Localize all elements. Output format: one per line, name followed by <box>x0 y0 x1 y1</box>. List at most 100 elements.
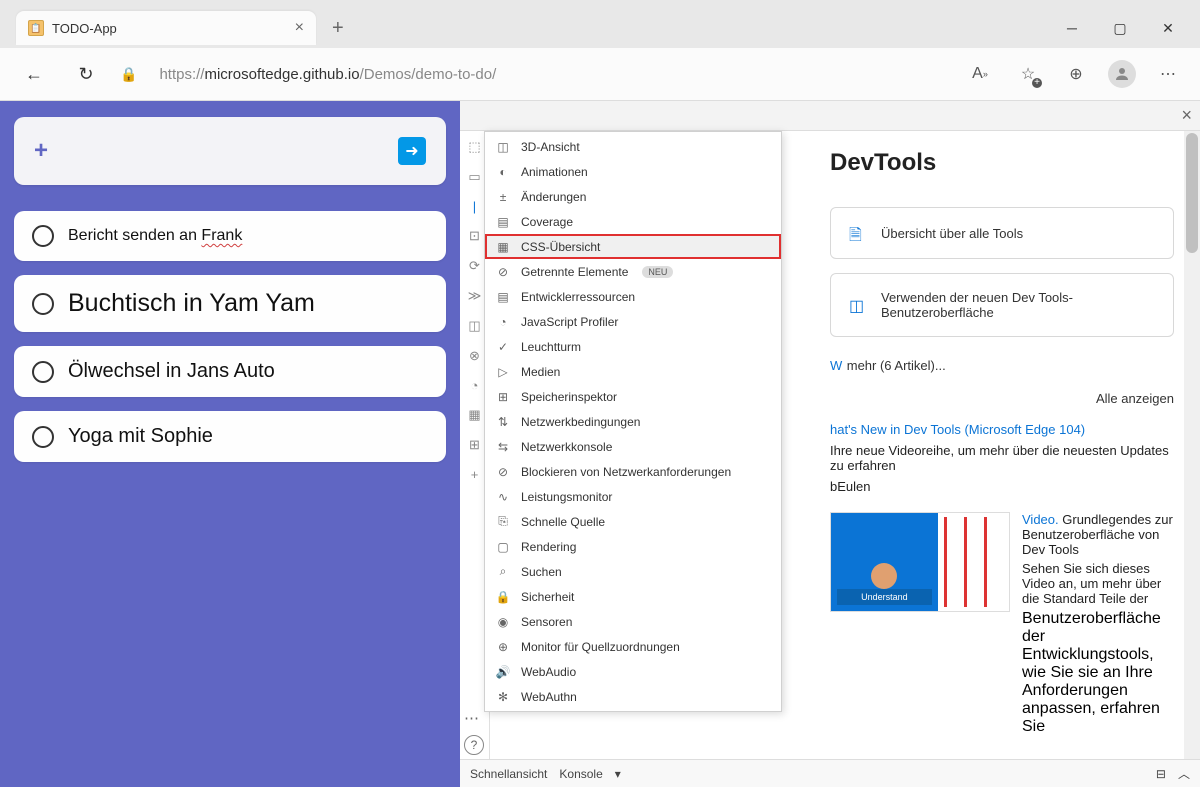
video-article[interactable]: Understand Video. Grundlegendes zur Benu… <box>830 512 1174 736</box>
todo-item[interactable]: Buchtisch in Yam Yam <box>14 275 446 332</box>
menu-item-netzwerkbedingungen[interactable]: ⇅Netzwerkbedingungen <box>485 409 781 434</box>
back-button[interactable]: ← <box>16 56 52 92</box>
todo-item[interactable]: Ölwechsel in Jans Auto <box>14 346 446 397</box>
lock-icon[interactable]: 🔒 <box>120 66 137 83</box>
more-link[interactable]: mehr (6 Artikel)... <box>847 358 946 373</box>
dock-icon[interactable]: ⊟ <box>1156 767 1166 781</box>
add-todo-bar[interactable]: + ➜ <box>14 117 446 185</box>
menu-item-webaudio[interactable]: 🔊WebAudio <box>485 659 781 684</box>
menu-item-leuchtturm[interactable]: ✓Leuchtturm <box>485 334 781 359</box>
minimize-button[interactable]: ─ <box>1048 10 1096 46</box>
more-icon[interactable]: ⋯ <box>464 709 484 727</box>
menu-icon: ⊞ <box>495 389 511 405</box>
menu-item-3d-ansicht[interactable]: ◫3D-Ansicht <box>485 134 781 159</box>
menu-item-getrennte-elemente[interactable]: ⊘Getrennte ElementeNEU <box>485 259 781 284</box>
menu-item-rendering[interactable]: ▢Rendering <box>485 534 781 559</box>
browser-tab[interactable]: 📋 TODO-App × <box>16 11 316 45</box>
menu-item-css-bersicht[interactable]: ▦CSS-Übersicht <box>485 234 781 259</box>
menu-label: WebAuthn <box>521 690 577 704</box>
devtools-close-icon[interactable]: × <box>1181 105 1192 126</box>
menu-item-schnelle-quelle[interactable]: ⎘Schnelle Quelle <box>485 509 781 534</box>
quickview-label[interactable]: Schnellansicht <box>470 767 547 781</box>
tool-icon[interactable]: ⊞ <box>469 437 480 453</box>
todo-checkbox[interactable] <box>32 361 54 383</box>
console-tab[interactable]: Konsole <box>559 767 602 781</box>
menu-item-blockieren-von-netzwerkanforderungen[interactable]: ⊘ Blockieren von Netzwerkanforderungen <box>485 459 781 484</box>
todo-item[interactable]: Bericht senden an Frank <box>14 211 446 261</box>
add-todo-plus-icon[interactable]: + <box>34 137 48 165</box>
add-panel-icon[interactable]: + <box>471 467 479 482</box>
new-badge: NEU <box>642 266 673 278</box>
menu-item-suchen[interactable]: ⌕Suchen <box>485 559 781 584</box>
thumb-devtools <box>938 513 1009 611</box>
tool-icon[interactable]: ⊡ <box>469 228 480 244</box>
tool-icon[interactable]: ◔ <box>471 378 479 393</box>
todo-checkbox[interactable] <box>32 293 54 315</box>
menu-item-medien[interactable]: ▷Medien <box>485 359 781 384</box>
todo-checkbox[interactable] <box>32 225 54 247</box>
expand-drawer-icon[interactable]: ︿ <box>1178 765 1190 782</box>
menu-label: WebAudio <box>521 665 576 679</box>
more-options-icon[interactable]: ⋯ <box>1152 58 1184 90</box>
menu-item-sicherheit[interactable]: 🔒Sicherheit <box>485 584 781 609</box>
menu-item-entwicklerressourcen[interactable]: ▤Entwicklerressourcen <box>485 284 781 309</box>
favorite-icon[interactable]: ☆ <box>1012 58 1044 90</box>
layout-icon: ◫ <box>849 296 867 314</box>
tool-icon[interactable]: ▦ <box>468 407 480 423</box>
device-icon[interactable]: ▭ <box>468 169 480 185</box>
todo-text: Yoga mit Sophie <box>68 425 213 448</box>
menu-item-webauthn[interactable]: ✻ WebAuthn <box>485 684 781 709</box>
close-window-button[interactable]: ✕ <box>1144 10 1192 46</box>
todo-item[interactable]: Yoga mit Sophie <box>14 411 446 462</box>
tool-icon[interactable]: ≫ <box>468 288 482 304</box>
menu-icon: ⊕ <box>495 639 511 655</box>
menu-icon: ▤ <box>495 214 511 230</box>
menu-label: Medien <box>521 365 560 379</box>
tool-icon[interactable]: ◫ <box>468 318 480 334</box>
scrollbar-thumb[interactable] <box>1186 133 1198 253</box>
menu-icon: ± <box>495 189 511 205</box>
maximize-button[interactable]: ▢ <box>1096 10 1144 46</box>
menu-item-speicherinspektor[interactable]: ⊞Speicherinspektor <box>485 384 781 409</box>
menu-icon: ⊘ <box>495 464 511 480</box>
article-sub: bEulen <box>830 479 1174 494</box>
menu-label: JavaScript Profiler <box>521 315 618 329</box>
url-input[interactable]: https://microsoftedge.github.io/Demos/de… <box>153 60 948 89</box>
menu-item-javascript-profiler[interactable]: ◔ JavaScript Profiler <box>485 309 781 334</box>
menu-item-coverage[interactable]: ▤Coverage <box>485 209 781 234</box>
menu-icon: ✻ <box>495 689 511 705</box>
menu-item-animationen[interactable]: ◐Animationen <box>485 159 781 184</box>
menu-label: Blockieren von Netzwerkanforderungen <box>521 465 731 479</box>
browser-chrome: 📋 TODO-App × + ─ ▢ ✕ ← ↻ 🔒 https://micro… <box>0 0 1200 101</box>
menu-icon: ◔ <box>495 314 511 330</box>
menu-icon: ⇅ <box>495 414 511 430</box>
menu-icon: ◉ <box>495 614 511 630</box>
menu-item-leistungsmonitor[interactable]: ∿Leistungsmonitor <box>485 484 781 509</box>
menu-item-monitor-f-r-quellzuordnungen[interactable]: ⊕Monitor für Quellzuordnungen <box>485 634 781 659</box>
todo-checkbox[interactable] <box>32 426 54 448</box>
scrollbar[interactable] <box>1184 131 1200 759</box>
inspect-icon[interactable]: ⬚ <box>468 139 480 155</box>
new-ui-card[interactable]: ◫ Verwenden der neuen Dev Tools-Benutzer… <box>830 273 1174 337</box>
collections-icon[interactable]: ⊕ <box>1060 58 1092 90</box>
menu-label: Sensoren <box>521 615 572 629</box>
menu-item-sensoren[interactable]: ◉ Sensoren <box>485 609 781 634</box>
article-whats-new[interactable]: hat's New in Dev Tools (Microsoft Edge 1… <box>830 422 1174 494</box>
help-icon[interactable]: ? <box>464 735 484 755</box>
address-bar: ← ↻ 🔒 https://microsoftedge.github.io/De… <box>0 48 1200 101</box>
overview-card[interactable]: 🗎 Übersicht über alle Tools <box>830 207 1174 259</box>
show-all-link[interactable]: Alle anzeigen <box>830 391 1174 406</box>
menu-item--nderungen[interactable]: ±Änderungen <box>485 184 781 209</box>
menu-item-netzwerkkonsole[interactable]: ⇆Netzwerkkonsole <box>485 434 781 459</box>
video-thumbnail[interactable]: Understand <box>830 512 1010 612</box>
link-fragment[interactable]: W <box>830 358 842 373</box>
tool-icon[interactable]: ⊗ <box>469 348 480 364</box>
tab-close-icon[interactable]: × <box>295 19 304 37</box>
profile-avatar[interactable] <box>1108 60 1136 88</box>
submit-todo-button[interactable]: ➜ <box>398 137 426 165</box>
read-aloud-icon[interactable]: A» <box>964 58 996 90</box>
tool-icon[interactable]: ⟳ <box>469 258 480 274</box>
new-tab-button[interactable]: + <box>324 17 352 40</box>
refresh-button[interactable]: ↻ <box>68 56 104 92</box>
dropdown-icon[interactable]: ▾ <box>615 767 621 781</box>
